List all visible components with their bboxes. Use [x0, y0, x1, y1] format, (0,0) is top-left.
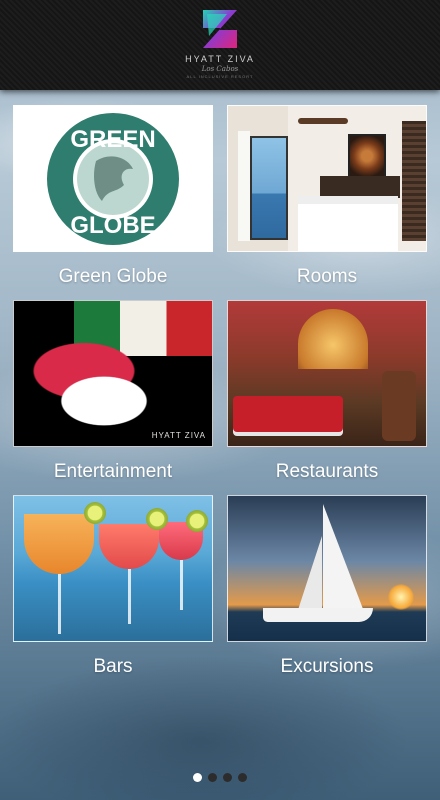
tile-entertainment[interactable]: HYATT ZIVA Entertainment	[13, 300, 213, 495]
tile-excursions[interactable]: Excursions	[227, 495, 427, 690]
page-dot-active[interactable]	[193, 773, 202, 782]
restaurant-chair	[382, 371, 416, 441]
tile-green-globe[interactable]: GREEN GLOBE Green Globe	[13, 105, 213, 300]
brand-tagline: ALL INCLUSIVE RESORT	[186, 74, 254, 79]
tile-label[interactable]: Rooms	[227, 266, 427, 288]
rooms-curtain	[238, 131, 250, 241]
sailboat-mainsail	[323, 504, 363, 609]
rooms-headboard	[320, 176, 400, 198]
bars-image[interactable]	[13, 495, 213, 642]
lime-slice-icon	[84, 502, 106, 524]
green-globe-logo-bottom-text: GLOBE	[70, 212, 155, 239]
restaurant-table	[233, 396, 343, 436]
tile-label[interactable]: Excursions	[227, 656, 427, 678]
rooms-image[interactable]	[227, 105, 427, 252]
ceiling-fan-icon	[298, 118, 348, 124]
green-globe-logo-icon: GREEN GLOBE	[47, 112, 179, 245]
app-header: HYATT ZIVA Los Cabos ALL INCLUSIVE RESOR…	[0, 0, 440, 90]
entertainment-image[interactable]: HYATT ZIVA	[13, 300, 213, 447]
excursions-image[interactable]	[227, 495, 427, 642]
tile-bars[interactable]: Bars	[13, 495, 213, 690]
page-dot[interactable]	[238, 773, 247, 782]
tile-label[interactable]: Bars	[13, 656, 213, 678]
lime-slice-icon	[146, 508, 168, 530]
dancer-dress	[24, 331, 174, 441]
rooms-window	[250, 136, 288, 240]
sailboat-jib	[298, 536, 322, 610]
tile-label[interactable]: Restaurants	[227, 461, 427, 483]
tile-label[interactable]: Green Globe	[13, 266, 213, 288]
page-indicator	[0, 773, 440, 782]
cocktail-glass	[99, 524, 159, 569]
sailboat-hull	[263, 608, 373, 622]
page-dot[interactable]	[223, 773, 232, 782]
green-globe-image[interactable]: GREEN GLOBE	[13, 105, 213, 252]
brand-name: HYATT ZIVA	[185, 54, 255, 64]
tile-label[interactable]: Entertainment	[13, 461, 213, 483]
tile-restaurants[interactable]: Restaurants	[227, 300, 427, 495]
glass-stem	[128, 569, 131, 624]
brand-location: Los Cabos	[201, 65, 239, 73]
category-grid: GREEN GLOBE Green Globe Rooms HYATT ZIVA…	[13, 105, 427, 690]
rooms-shutter	[402, 121, 426, 241]
cocktail-glass	[24, 514, 94, 574]
rooms-bed	[298, 196, 398, 251]
lime-slice-icon	[186, 510, 208, 532]
restaurants-image[interactable]	[227, 300, 427, 447]
page-dot[interactable]	[208, 773, 217, 782]
photo-watermark: HYATT ZIVA	[151, 431, 206, 440]
tile-rooms[interactable]: Rooms	[227, 105, 427, 300]
hyatt-ziva-logo-icon	[203, 10, 237, 48]
rooms-wall-art	[348, 134, 386, 178]
glass-stem	[58, 574, 61, 634]
sunset-sun	[388, 584, 414, 610]
glass-stem	[180, 560, 183, 610]
restaurant-arch	[298, 309, 368, 369]
green-globe-logo-top-text: GREEN	[70, 126, 155, 153]
